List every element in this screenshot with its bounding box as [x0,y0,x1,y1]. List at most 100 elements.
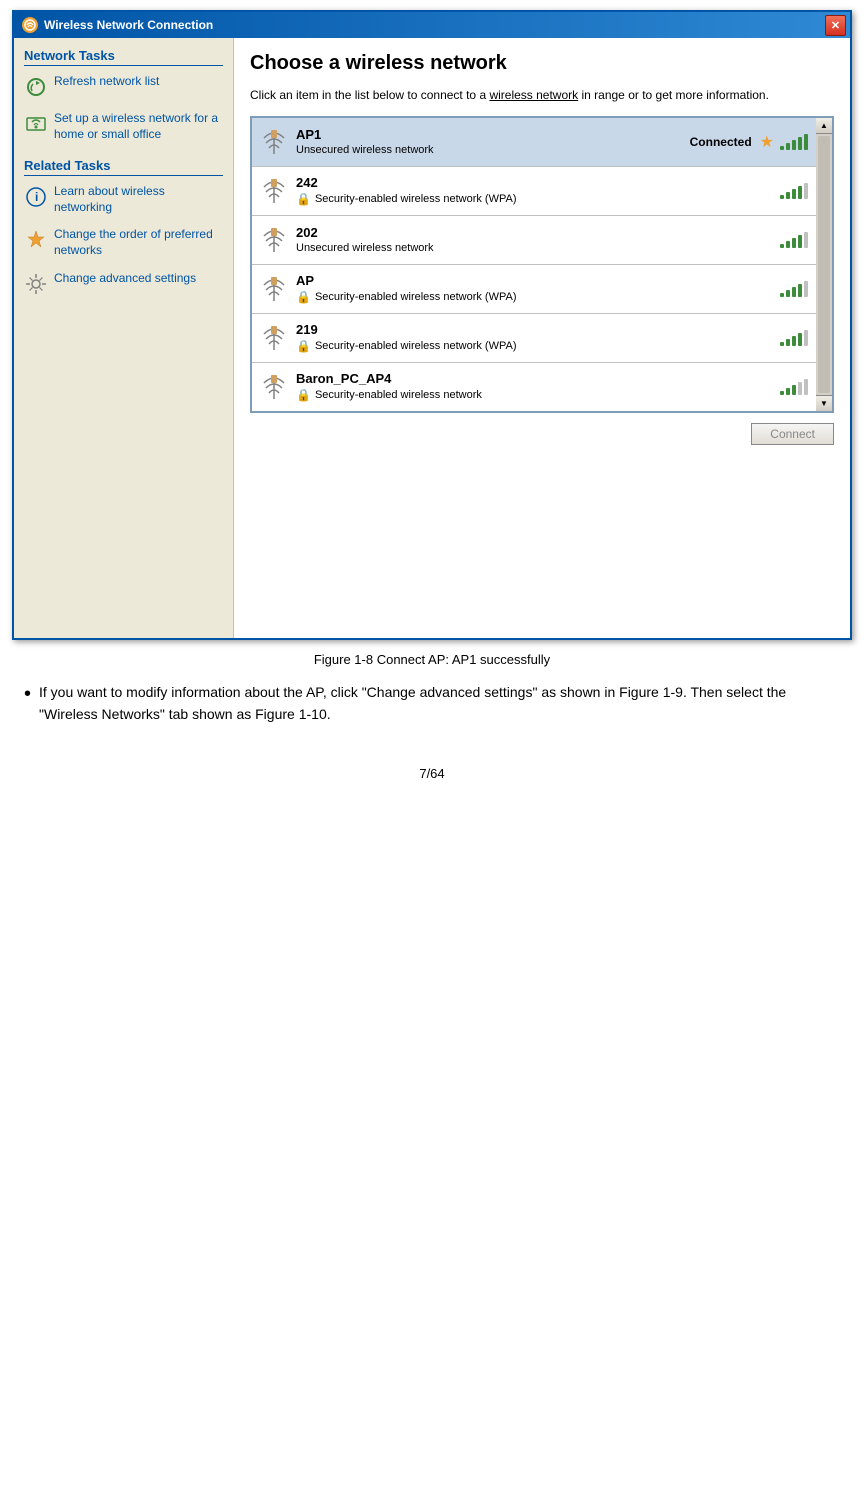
network-status-row-ap1: Unsecured wireless network [296,144,434,156]
related-tasks-title: Related Tasks [24,158,223,176]
ssid-202: 202 [296,225,434,240]
sidebar-item-refresh[interactable]: Refresh network list [24,74,223,99]
bar5-empty [804,330,808,346]
network-item-left-219: 219 🔒 Security-enabled wireless network … [260,320,516,356]
network-item-left-ap: AP 🔒 Security-enabled wireless network (… [260,271,516,307]
svg-text:i: i [35,190,38,204]
wifi-icon-ap1 [260,124,288,160]
sidebar-item-order[interactable]: Change the order of preferred networks [24,227,223,258]
network-name-area-ap1: AP1 Unsecured wireless network [296,127,434,156]
network-item-right-242 [780,183,808,199]
signal-bars-219 [780,330,808,346]
button-row: Connect [250,419,834,449]
bar1 [780,342,784,346]
network-name-area-baron: Baron_PC_AP4 🔒 Security-enabled wireless… [296,371,482,402]
bar2 [786,192,790,199]
sidebar: Network Tasks Refresh network list [14,38,234,638]
title-bar-left: Wireless Network Connection [22,17,213,33]
page-number: 7/64 [419,766,444,781]
wifi-icon-219 [260,320,288,356]
sidebar-order-label: Change the order of preferred networks [54,227,223,258]
bar4-empty [798,382,802,395]
bar2 [786,388,790,395]
refresh-icon [24,75,48,99]
window-title: Wireless Network Connection [44,18,213,32]
security-text-242: Security-enabled wireless network (WPA) [315,193,517,205]
window-icon [22,17,38,33]
scrollbar-down[interactable]: ▼ [816,395,832,411]
network-name-area-219: 219 🔒 Security-enabled wireless network … [296,322,516,353]
sidebar-item-learn[interactable]: i Learn about wireless networking [24,184,223,215]
lock-icon-242: 🔒 [296,192,311,206]
network-name-area-202: 202 Unsecured wireless network [296,225,434,254]
scrollbar-up[interactable]: ▲ [816,118,832,134]
bar2 [786,143,790,150]
network-status-row-baron: 🔒 Security-enabled wireless network [296,388,482,402]
bullet-content: If you want to modify information about … [39,681,840,726]
body-text: • If you want to modify information abou… [20,681,844,736]
sidebar-learn-label: Learn about wireless networking [54,184,223,215]
network-item-right-ap1: Connected ★ [690,132,808,152]
network-list[interactable]: AP1 Unsecured wireless network Connected… [252,118,816,411]
lock-icon-219: 🔒 [296,339,311,353]
sidebar-setup-label: Set up a wireless network for a home or … [54,111,223,142]
scrollbar[interactable]: ▲ ▼ [816,118,832,411]
star-icon: ★ [760,132,774,152]
bar1 [780,195,784,199]
bar5-empty [804,379,808,395]
network-status-row-219: 🔒 Security-enabled wireless network (WPA… [296,339,516,353]
wifi-icon-ap [260,271,288,307]
bar3 [792,385,796,395]
ssid-baron: Baron_PC_AP4 [296,371,482,386]
network-item-right-202 [780,232,808,248]
network-item-right-219 [780,330,808,346]
wifi-icon-242 [260,173,288,209]
main-description: Click an item in the list below to conne… [250,87,834,104]
network-tasks-section: Network Tasks Refresh network list [24,48,223,142]
bar4 [798,284,802,297]
network-item-242[interactable]: 242 🔒 Security-enabled wireless network … [252,167,816,216]
network-item-baron[interactable]: Baron_PC_AP4 🔒 Security-enabled wireless… [252,363,816,411]
scrollbar-thumb[interactable] [818,136,830,393]
network-name-area-ap: AP 🔒 Security-enabled wireless network (… [296,273,516,304]
figure-caption: Figure 1-8 Connect AP: AP1 successfully [314,652,550,667]
info-icon: i [24,185,48,209]
lock-icon-baron: 🔒 [296,388,311,402]
bar5 [804,134,808,150]
network-item-ap1[interactable]: AP1 Unsecured wireless network Connected… [252,118,816,167]
network-item-left-baron: Baron_PC_AP4 🔒 Security-enabled wireless… [260,369,482,405]
bullet-item: • If you want to modify information abou… [24,681,840,726]
bar3 [792,336,796,346]
signal-bars-202 [780,232,808,248]
signal-bars-ap1 [780,134,808,150]
network-item-ap[interactable]: AP 🔒 Security-enabled wireless network (… [252,265,816,314]
network-status-row-242: 🔒 Security-enabled wireless network (WPA… [296,192,516,206]
related-tasks-section: Related Tasks i Learn about wireless net… [24,158,223,295]
security-text-baron: Security-enabled wireless network [315,389,482,401]
wireless-network-window: Wireless Network Connection ✕ Network Ta… [12,10,852,640]
bar3 [792,287,796,297]
bullet-dot: • [24,681,31,726]
network-status-row-ap: 🔒 Security-enabled wireless network (WPA… [296,290,516,304]
network-item-right-baron [780,379,808,395]
wifi-icon-baron [260,369,288,405]
bar1 [780,244,784,248]
network-item-219[interactable]: 219 🔒 Security-enabled wireless network … [252,314,816,363]
bar3 [792,238,796,248]
sidebar-item-advanced[interactable]: Change advanced settings [24,271,223,296]
network-item-202[interactable]: 202 Unsecured wireless network [252,216,816,265]
title-bar: Wireless Network Connection ✕ [14,12,850,38]
window-body: Network Tasks Refresh network list [14,38,850,638]
bar3 [792,140,796,150]
close-button[interactable]: ✕ [825,15,846,36]
bar4 [798,333,802,346]
sidebar-item-setup[interactable]: Set up a wireless network for a home or … [24,111,223,142]
bar1 [780,293,784,297]
bar5-empty [804,183,808,199]
network-status-row-202: Unsecured wireless network [296,242,434,254]
connect-button[interactable]: Connect [751,423,834,445]
ssid-242: 242 [296,175,516,190]
security-text-ap1: Unsecured wireless network [296,144,434,156]
network-item-right-ap [780,281,808,297]
network-item-left-ap1: AP1 Unsecured wireless network [260,124,434,160]
